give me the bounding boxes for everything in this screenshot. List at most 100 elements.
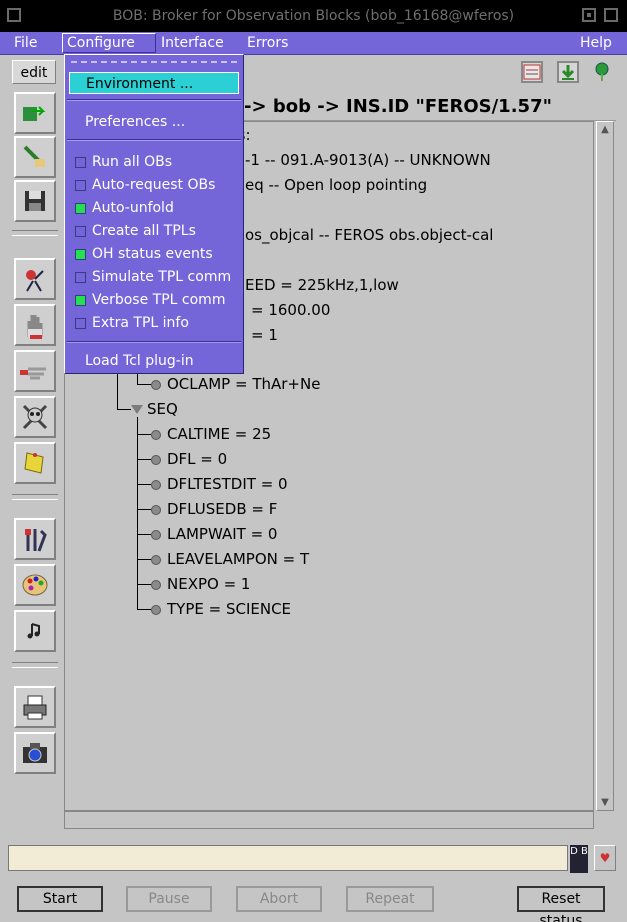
menu-configure[interactable]: Configure bbox=[62, 33, 156, 53]
tear-off-line[interactable] bbox=[71, 61, 237, 63]
menu-errors[interactable]: Errors bbox=[243, 34, 292, 52]
tree-line bbox=[137, 509, 151, 510]
tree-icon[interactable] bbox=[591, 61, 613, 83]
palette-icon[interactable] bbox=[14, 564, 56, 606]
tree-line bbox=[137, 584, 151, 585]
node-label: DFLTESTDIT = 0 bbox=[167, 475, 288, 493]
option-label: Create all TPLs bbox=[92, 223, 196, 239]
repeat-button[interactable]: Repeat bbox=[346, 886, 434, 912]
menu-item-option[interactable]: Simulate TPL comm bbox=[69, 266, 239, 288]
menu-help[interactable]: Help bbox=[576, 34, 616, 52]
tree-node[interactable]: = 1 bbox=[251, 326, 278, 344]
tree-node-param[interactable]: DFLUSEDB = F bbox=[151, 500, 277, 518]
tree-node[interactable]: -1 -- 091.A-9013(A) -- UNKNOWN bbox=[245, 151, 491, 169]
left-toolbar bbox=[10, 90, 60, 830]
checkbox-icon[interactable] bbox=[75, 294, 86, 306]
node-label: CALTIME = 25 bbox=[167, 425, 272, 443]
leaf-bullet-icon bbox=[151, 504, 161, 515]
tree-node[interactable]: = 1600.00 bbox=[251, 301, 330, 319]
pointing-hand-icon[interactable] bbox=[14, 350, 56, 392]
music-note-icon[interactable] bbox=[14, 610, 56, 652]
sticky-note-icon[interactable] bbox=[14, 442, 56, 484]
tree-node-param[interactable]: DFLTESTDIT = 0 bbox=[151, 475, 288, 493]
menu-file[interactable]: File bbox=[10, 34, 41, 52]
checkbox-icon[interactable] bbox=[75, 225, 86, 237]
database-icon[interactable]: D B bbox=[570, 845, 588, 873]
menu-separator bbox=[67, 341, 241, 343]
menu-item-environment[interactable]: Environment ... bbox=[69, 72, 239, 94]
minimize-button[interactable] bbox=[582, 8, 596, 22]
maximize-button[interactable] bbox=[604, 8, 618, 22]
expand-triangle-icon[interactable] bbox=[131, 405, 143, 414]
pause-button[interactable]: Pause bbox=[126, 886, 212, 912]
checkbox-icon[interactable] bbox=[75, 317, 86, 329]
tree-node-oclamp[interactable]: OCLAMP = ThAr+Ne bbox=[151, 375, 320, 393]
bob-window: BOB: Broker for Observation Blocks (bob_… bbox=[0, 0, 627, 922]
menu-item-option[interactable]: OH status events bbox=[69, 243, 239, 265]
option-label: Simulate TPL comm bbox=[92, 269, 232, 285]
leaf-bullet-icon bbox=[151, 479, 161, 490]
checkbox-icon[interactable] bbox=[75, 202, 86, 214]
load-ob-icon[interactable] bbox=[14, 92, 56, 134]
node-label: DFL = 0 bbox=[167, 450, 228, 468]
checkbox-icon[interactable] bbox=[75, 248, 86, 260]
tree-node-param[interactable]: TYPE = SCIENCE bbox=[151, 600, 291, 618]
menu-item-option[interactable]: Auto-unfold bbox=[69, 197, 239, 219]
abort-button[interactable]: Abort bbox=[236, 886, 322, 912]
toolbar-separator bbox=[12, 662, 58, 668]
leaf-bullet-icon bbox=[151, 379, 161, 390]
start-button[interactable]: Start bbox=[17, 886, 103, 912]
menu-item-load-plugin[interactable]: Load Tcl plug-in bbox=[69, 350, 239, 372]
tools-icon[interactable] bbox=[14, 518, 56, 560]
save-icon[interactable] bbox=[14, 180, 56, 222]
tree-line bbox=[137, 417, 138, 610]
menu-item-option[interactable]: Run all OBs bbox=[69, 151, 239, 173]
toolbar-separator bbox=[12, 494, 58, 500]
node-label: NEXPO = 1 bbox=[167, 575, 251, 593]
node-label: LEAVELAMPON = T bbox=[167, 550, 310, 568]
camera-icon[interactable] bbox=[14, 732, 56, 774]
scroll-down-icon[interactable]: ▼ bbox=[599, 797, 611, 808]
tree-node[interactable]: os_objcal -- FEROS obs.object-cal bbox=[245, 226, 493, 244]
node-label: OCLAMP = ThAr+Ne bbox=[167, 375, 321, 393]
tree-node-param[interactable]: CALTIME = 25 bbox=[151, 425, 271, 443]
leaf-bullet-icon bbox=[151, 429, 161, 440]
checkbox-icon[interactable] bbox=[75, 156, 86, 168]
checkbox-icon[interactable] bbox=[75, 271, 86, 283]
calendar-icon[interactable] bbox=[521, 61, 543, 83]
tree-node-param[interactable]: LEAVELAMPON = T bbox=[151, 550, 309, 568]
menu-separator bbox=[67, 139, 241, 141]
tree-node[interactable]: EED = 225kHz,1,low bbox=[245, 276, 399, 294]
menu-item-option[interactable]: Auto-request OBs bbox=[69, 174, 239, 196]
menu-interface[interactable]: Interface bbox=[157, 34, 228, 52]
edit-ob-icon[interactable] bbox=[14, 136, 56, 178]
menu-item-option[interactable]: Create all TPLs bbox=[69, 220, 239, 242]
heart-icon[interactable]: ♥ bbox=[594, 845, 616, 871]
menu-item-preferences[interactable]: Preferences ... bbox=[69, 111, 239, 133]
tree-node-seq[interactable]: SEQ bbox=[147, 400, 178, 418]
menu-bar: File Configure Interface Errors Help bbox=[0, 32, 627, 55]
tree-line bbox=[137, 459, 151, 460]
stop-hand-icon[interactable] bbox=[14, 304, 56, 346]
printer-icon[interactable] bbox=[14, 686, 56, 728]
download-arrow-icon[interactable] bbox=[557, 61, 579, 83]
leaf-bullet-icon bbox=[151, 529, 161, 540]
skull-icon[interactable] bbox=[14, 396, 56, 438]
tree-node-param[interactable]: DFL = 0 bbox=[151, 450, 227, 468]
menu-item-option[interactable]: Extra TPL info bbox=[69, 312, 239, 334]
tree-node-param[interactable]: LAMPWAIT = 0 bbox=[151, 525, 277, 543]
status-message-field[interactable] bbox=[8, 845, 568, 871]
telescope-icon[interactable] bbox=[14, 258, 56, 300]
menu-item-option[interactable]: Verbose TPL comm bbox=[69, 289, 239, 311]
edit-button[interactable]: edit bbox=[12, 60, 56, 84]
tree-line bbox=[137, 384, 151, 385]
tree-line bbox=[117, 372, 118, 409]
option-label: Verbose TPL comm bbox=[92, 292, 226, 308]
tree-node-param[interactable]: NEXPO = 1 bbox=[151, 575, 250, 593]
checkbox-icon[interactable] bbox=[75, 179, 86, 191]
horizontal-scrollbar[interactable] bbox=[64, 811, 594, 829]
reset-status-button[interactable]: Reset status bbox=[517, 886, 605, 922]
tree-node[interactable]: eq -- Open loop pointing bbox=[245, 176, 427, 194]
scroll-up-icon[interactable]: ▲ bbox=[599, 124, 611, 135]
vertical-scrollbar[interactable]: ▲ ▼ bbox=[596, 121, 614, 811]
